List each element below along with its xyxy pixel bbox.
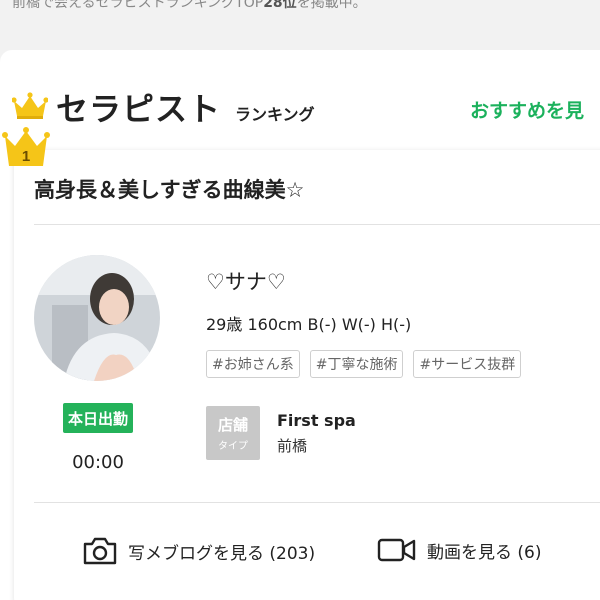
recommend-link[interactable]: おすすめを見 [470,96,584,123]
tag[interactable]: #丁寧な施術 [309,350,404,378]
section-title: セラピスト [56,90,222,128]
section-subtitle: ランキング [235,105,315,124]
card-divider-top [34,224,600,225]
shop-type-sublabel: タイプ [218,441,248,452]
photo-blog-label: 写メブログを見る (203) [128,543,316,564]
note-count: 28位 [263,0,297,11]
camera-icon [83,537,117,565]
note-prefix: 前橋で会えるセラピストランキングTOP [12,0,264,11]
rank-crown-icon: 1 [2,127,50,166]
stat-waist: W(-) [341,315,376,334]
stat-bust: B(-) [307,315,337,334]
stat-age: 29歳 [206,315,243,334]
ranking-count-note: 前橋で会えるセラピストランキングTOP28位を掲載中。 [12,0,367,12]
catchphrase[interactable]: 高身長＆美しすぎる曲線美☆ [34,174,304,204]
shop-name[interactable]: First spa [277,411,356,430]
shop-area: 前橋 [277,437,308,455]
photo-blog-button[interactable]: 写メブログを見る (203) [82,536,315,566]
tag[interactable]: #お姉さん系 [206,350,300,378]
card-divider-bottom [34,502,600,503]
therapist-name[interactable]: ♡サナ♡ [206,266,286,296]
stat-height: 160cm [247,315,303,334]
status-badge: 本日出勤 [63,403,133,433]
section-header: セラピスト ランキング [56,84,315,130]
video-icon [377,538,416,562]
rank-number: 1 [22,148,30,165]
stat-hip: H(-) [380,315,412,334]
video-button[interactable]: 動画を見る (6) [377,536,541,564]
shop-type-badge: 店舗 タイプ [206,406,260,460]
tag-list: #お姉さん系 #丁寧な施術 #サービス抜群 [206,350,522,378]
video-label: 動画を見る (6) [427,542,542,563]
crown-icon [12,92,48,119]
therapist-stats: 29歳 160cm B(-) W(-) H(-) [206,311,411,335]
shop-type-label: 店舗 [217,416,248,434]
therapist-avatar[interactable] [34,255,160,381]
start-time: 00:00 [72,452,124,473]
tag[interactable]: #サービス抜群 [413,350,522,378]
note-suffix: を掲載中。 [296,0,367,11]
